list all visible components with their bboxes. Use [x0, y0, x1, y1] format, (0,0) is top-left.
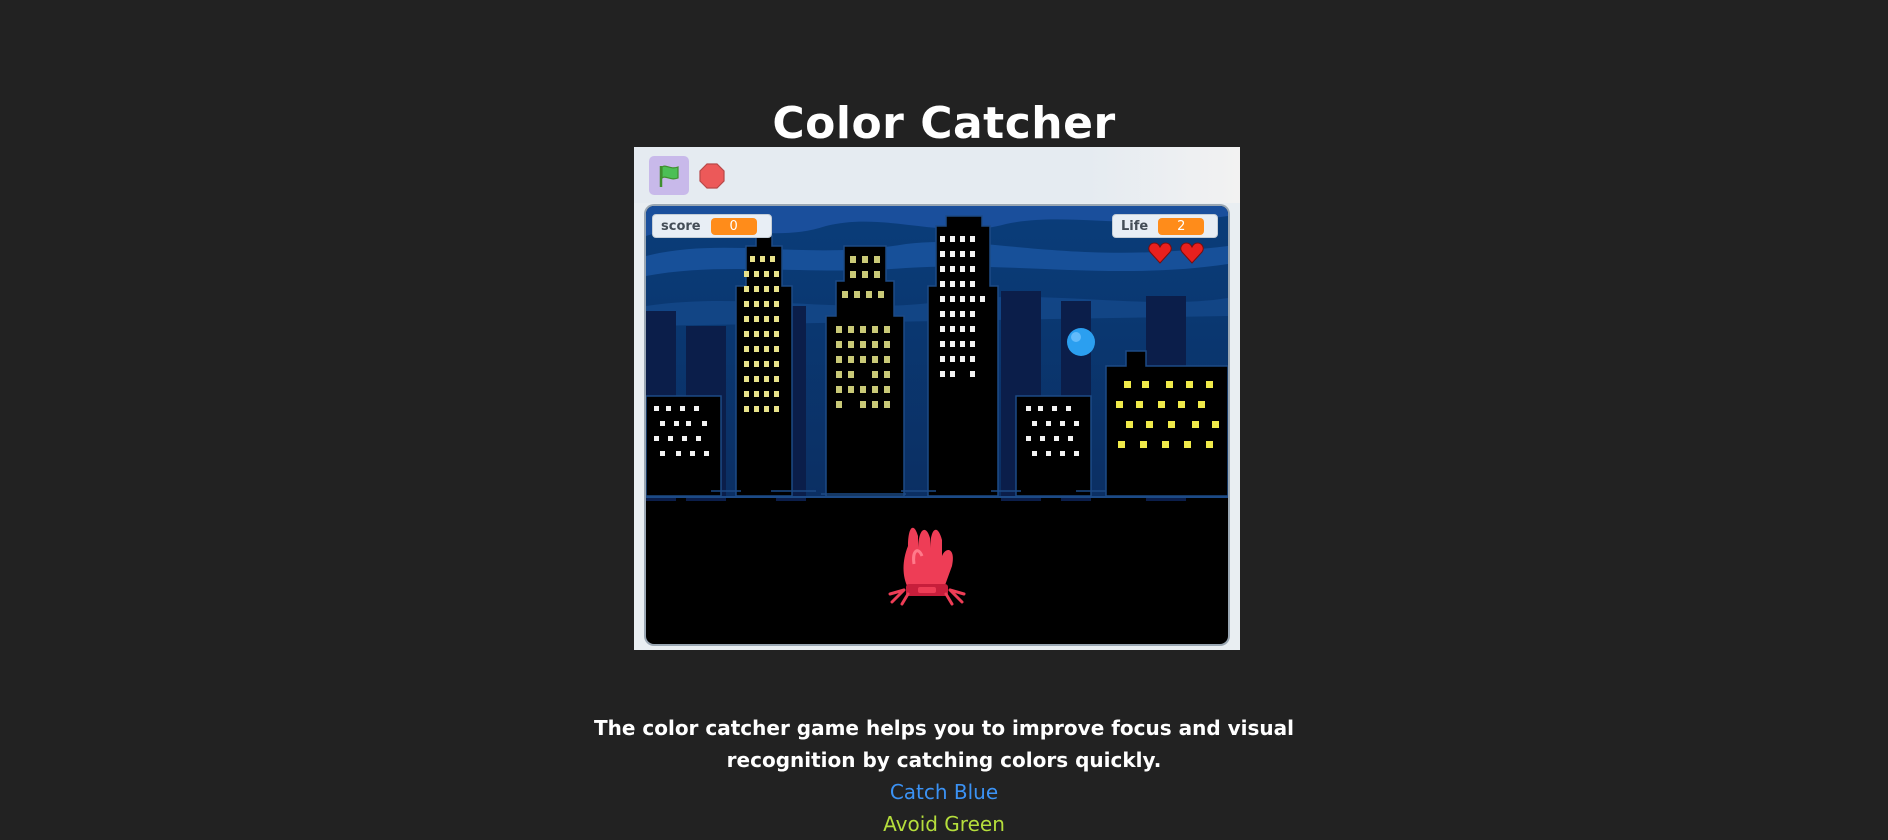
heart-icon [1148, 242, 1172, 264]
stop-sign-icon [699, 163, 725, 189]
lives-hearts [1148, 242, 1204, 264]
score-monitor: score 0 [652, 214, 772, 238]
life-monitor: Life 2 [1112, 214, 1218, 238]
avoid-instruction: Avoid Green [883, 812, 1005, 836]
life-value: 2 [1158, 217, 1205, 235]
catch-instruction: Catch Blue [889, 780, 999, 804]
game-player: score 0 Life 2 [634, 147, 1240, 650]
catcher-glove-sprite [888, 527, 966, 606]
life-label: Life [1121, 218, 1149, 234]
score-value: 0 [710, 217, 757, 235]
falling-ball [1067, 328, 1095, 356]
green-flag-icon [659, 165, 679, 187]
game-description: The color catcher game helps you to impr… [0, 712, 1888, 840]
page-title: Color Catcher [772, 98, 1116, 149]
score-label: score [661, 218, 701, 234]
green-flag-button[interactable] [649, 156, 689, 195]
description-line-1: The color catcher game helps you to impr… [593, 716, 1295, 740]
city-night-backdrop [646, 206, 1228, 606]
description-line-2: recognition by catching colors quickly. [726, 748, 1162, 772]
stop-button[interactable] [696, 160, 728, 192]
player-controls-bar [634, 147, 1240, 203]
heart-icon [1180, 242, 1204, 264]
game-stage[interactable]: score 0 Life 2 [646, 206, 1228, 644]
